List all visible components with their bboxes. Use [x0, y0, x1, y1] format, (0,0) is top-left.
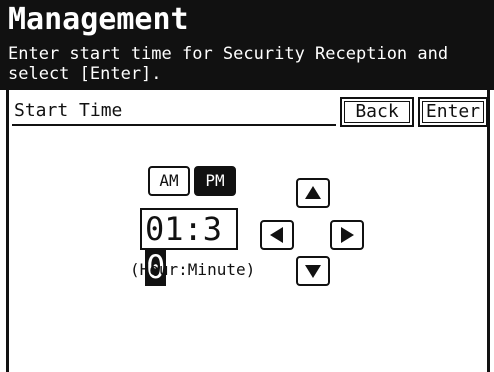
page-title: Management [8, 2, 189, 37]
arrow-down-button[interactable] [296, 256, 330, 286]
management-screen: Management Enter start time for Security… [0, 0, 494, 372]
arrow-left-button[interactable] [260, 220, 294, 250]
header-bar: Management Enter start time for Security… [0, 0, 494, 90]
arrow-up-button[interactable] [296, 178, 330, 208]
instruction-text: Enter start time for Security Reception … [8, 44, 459, 84]
enter-button[interactable]: Enter [418, 97, 488, 127]
time-format-hint: (Hour:Minute) [130, 260, 256, 279]
arrow-right-icon [341, 227, 354, 243]
arrow-right-button[interactable] [330, 220, 364, 250]
start-time-label: Start Time [14, 100, 123, 121]
time-input-field[interactable]: 01:30 [140, 208, 238, 286]
content-frame [6, 90, 490, 372]
arrow-down-icon [305, 265, 321, 278]
arrow-left-icon [270, 227, 283, 243]
time-value: 01:3 [145, 210, 223, 248]
arrow-up-icon [305, 186, 321, 199]
label-divider [12, 124, 336, 126]
back-button[interactable]: Back [340, 97, 414, 127]
am-toggle-button[interactable]: AM [148, 166, 190, 196]
pm-toggle-button[interactable]: PM [194, 166, 236, 196]
